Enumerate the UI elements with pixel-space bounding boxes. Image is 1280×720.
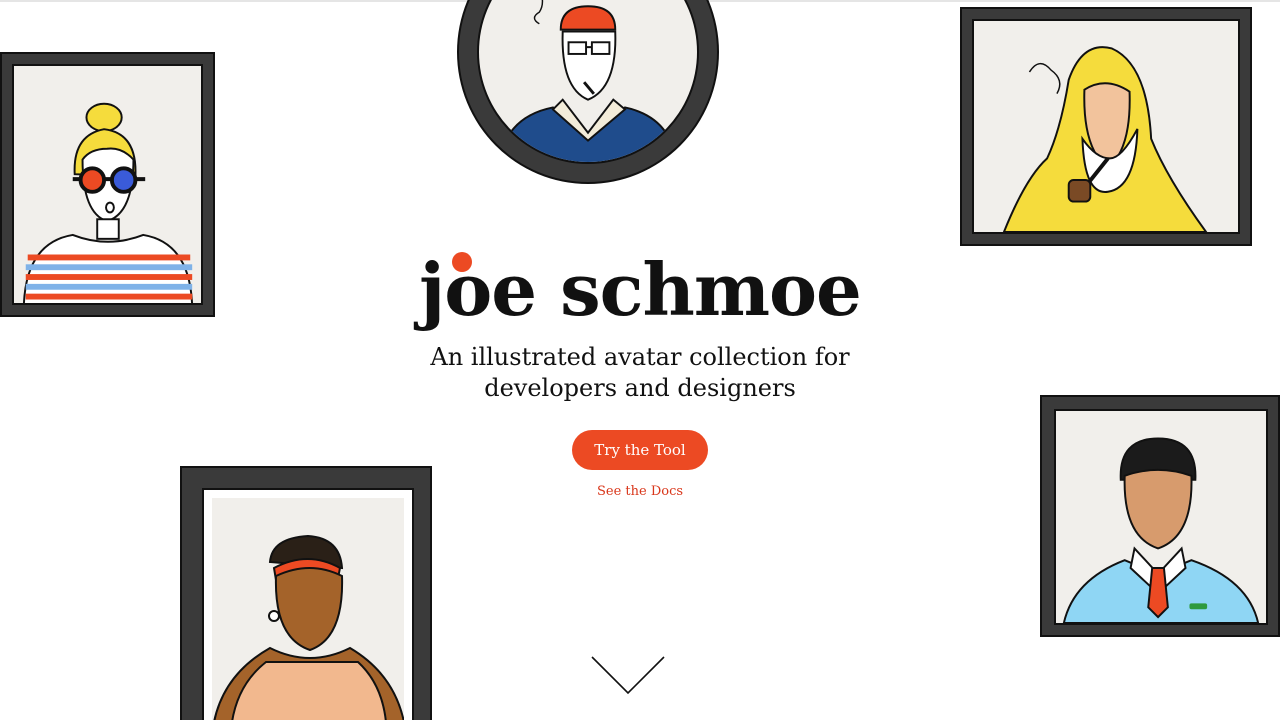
brand-title-wrap: joe schmoe bbox=[419, 240, 862, 340]
avatar-frame-blonde-sunglasses bbox=[0, 52, 215, 317]
chevron-down-icon[interactable] bbox=[590, 655, 666, 697]
avatar-frame-glasses-beanie bbox=[457, 0, 719, 184]
see-the-docs-link[interactable]: See the Docs bbox=[390, 484, 890, 499]
avatar-frame-polo-man bbox=[1040, 395, 1280, 637]
avatar-blonde-sunglasses bbox=[23, 102, 193, 303]
brand-title: joe schmoe bbox=[419, 247, 862, 332]
avatar-frame-fisherman-pipe bbox=[960, 7, 1252, 246]
tagline-line-2: developers and designers bbox=[484, 374, 796, 402]
avatar-headband-woman bbox=[213, 534, 404, 720]
avatar-fisherman-pipe bbox=[1002, 46, 1208, 232]
hero-section: joe schmoe An illustrated avatar collect… bbox=[390, 240, 890, 499]
tagline-line-1: An illustrated avatar collection for bbox=[430, 343, 850, 371]
avatar-frame-headband-woman bbox=[180, 466, 432, 720]
try-the-tool-button[interactable]: Try the Tool bbox=[572, 430, 708, 470]
avatar-glasses-beanie bbox=[498, 0, 678, 162]
avatar-polo-man bbox=[1062, 437, 1260, 623]
tagline: An illustrated avatar collection for dev… bbox=[390, 342, 890, 404]
